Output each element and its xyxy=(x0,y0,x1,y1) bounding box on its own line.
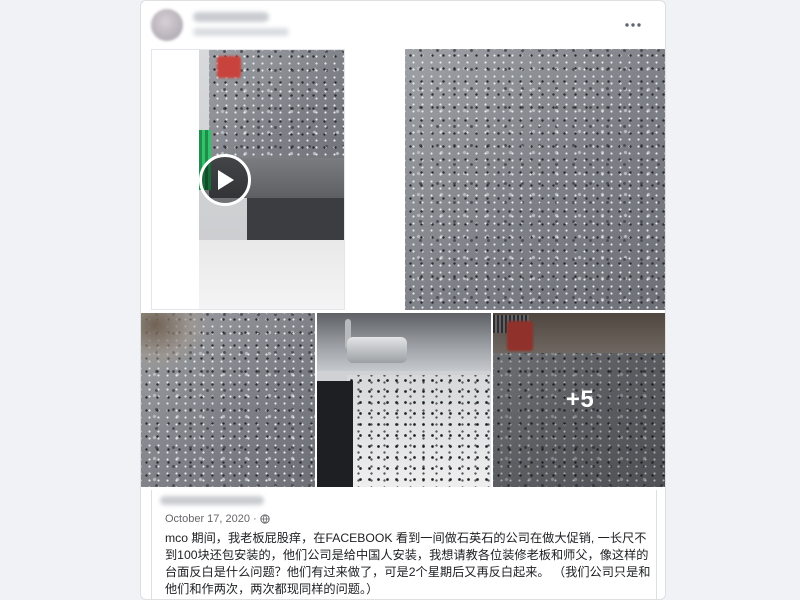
post-text: mco 期间，我老板屁股痒，在FACEBOOK 看到一间做石英石的公司在做大促销… xyxy=(165,531,651,596)
play-icon xyxy=(218,170,234,190)
play-button[interactable] xyxy=(199,154,251,206)
avatar[interactable] xyxy=(151,9,183,41)
post-meta: October 17, 2020 · xyxy=(165,513,270,525)
photo-countertop-detail[interactable] xyxy=(141,313,315,487)
post-card: +5 October 17, 2020 · mco 期间，我老板屁股痒，在FAC… xyxy=(140,0,666,600)
shared-post: October 17, 2020 · mco 期间，我老板屁股痒，在FACEBO… xyxy=(151,490,657,599)
video-thumbnail[interactable] xyxy=(151,49,345,310)
meta-separator: · xyxy=(253,513,257,525)
photo-more-overlay[interactable]: +5 xyxy=(493,313,665,487)
post-date[interactable]: October 17, 2020 xyxy=(165,513,250,525)
more-photos-count: +5 xyxy=(565,386,595,413)
photo-kitchen-sink[interactable] xyxy=(317,313,491,487)
post-timestamp-blurred[interactable] xyxy=(193,28,289,36)
more-dots-icon xyxy=(625,23,641,27)
post-header xyxy=(141,1,665,47)
media-grid: +5 xyxy=(141,48,665,489)
more-options-button[interactable] xyxy=(619,11,647,39)
globe-icon xyxy=(260,514,270,524)
original-poster-blurred[interactable] xyxy=(160,496,264,505)
poster-name-blurred[interactable] xyxy=(193,12,269,22)
photo-countertop-closeup[interactable] xyxy=(405,49,665,310)
